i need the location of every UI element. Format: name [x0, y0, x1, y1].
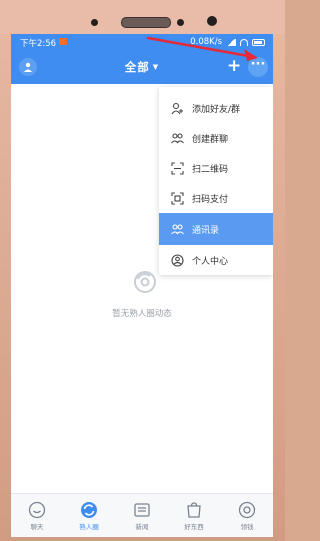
chat-icon [28, 501, 46, 519]
menu-item-label: 个人中心 [192, 256, 229, 267]
menu-item-label: 通讯录 [192, 225, 220, 236]
menu-item-add-friend[interactable]: 添加好友/群 [159, 93, 273, 123]
scan-qr-icon [170, 161, 184, 175]
tab-label: 聊天 [30, 523, 44, 531]
contacts-icon [170, 222, 184, 236]
profile-icon [170, 253, 184, 267]
news-icon [134, 503, 150, 517]
phone-body: 下午2:56 0.08K/s 全部 ▼ + ··· 添加好友/群 创建群聊 扫二… [0, 0, 285, 541]
front-sensor [91, 19, 98, 26]
empty-circle-icon [134, 271, 156, 293]
coin-icon [238, 501, 256, 519]
tab-circle[interactable]: 熟人圈 [63, 494, 115, 537]
screen: 下午2:56 0.08K/s 全部 ▼ + ··· 添加好友/群 创建群聊 扫二… [11, 34, 273, 537]
menu-item-label: 添加好友/群 [192, 104, 241, 115]
shop-icon [187, 502, 201, 518]
menu-item-contacts[interactable]: 通讯录 [159, 213, 273, 245]
add-friend-icon [170, 101, 184, 115]
tab-shop[interactable]: 好东西 [168, 494, 220, 537]
menu-item-scan-pay[interactable]: 扫码支付 [159, 183, 273, 213]
tab-coin[interactable]: 领钱 [221, 494, 273, 537]
menu-item-profile[interactable]: 个人中心 [159, 245, 273, 275]
menu-item-label: 扫二维码 [192, 164, 229, 175]
empty-state-text: 暂无熟人圈动态 [112, 309, 172, 319]
group-icon [170, 131, 184, 145]
menu-item-scan-qr[interactable]: 扫二维码 [159, 153, 273, 183]
tab-label: 领钱 [240, 523, 254, 531]
annotation-arrow-icon [146, 36, 258, 61]
menu-item-create-group[interactable]: 创建群聊 [159, 123, 273, 153]
circle-icon [81, 502, 97, 518]
status-time: 下午2:56 [20, 39, 57, 49]
tab-news[interactable]: 新闻 [116, 494, 168, 537]
bottom-tab-bar: 聊天 熟人圈 新闻 好东西 领钱 [11, 493, 273, 537]
scan-pay-icon [170, 191, 184, 205]
tab-label: 好东西 [184, 523, 204, 531]
notification-icon [59, 38, 67, 45]
menu-item-label: 创建群聊 [192, 134, 229, 145]
tab-chat[interactable]: 聊天 [11, 494, 63, 537]
popup-menu: 添加好友/群 创建群聊 扫二维码 扫码支付 通讯录 个人中心 [159, 87, 273, 275]
tab-label: 熟人圈 [79, 523, 99, 531]
menu-item-label: 扫码支付 [192, 194, 229, 205]
tab-label: 新闻 [135, 523, 149, 531]
